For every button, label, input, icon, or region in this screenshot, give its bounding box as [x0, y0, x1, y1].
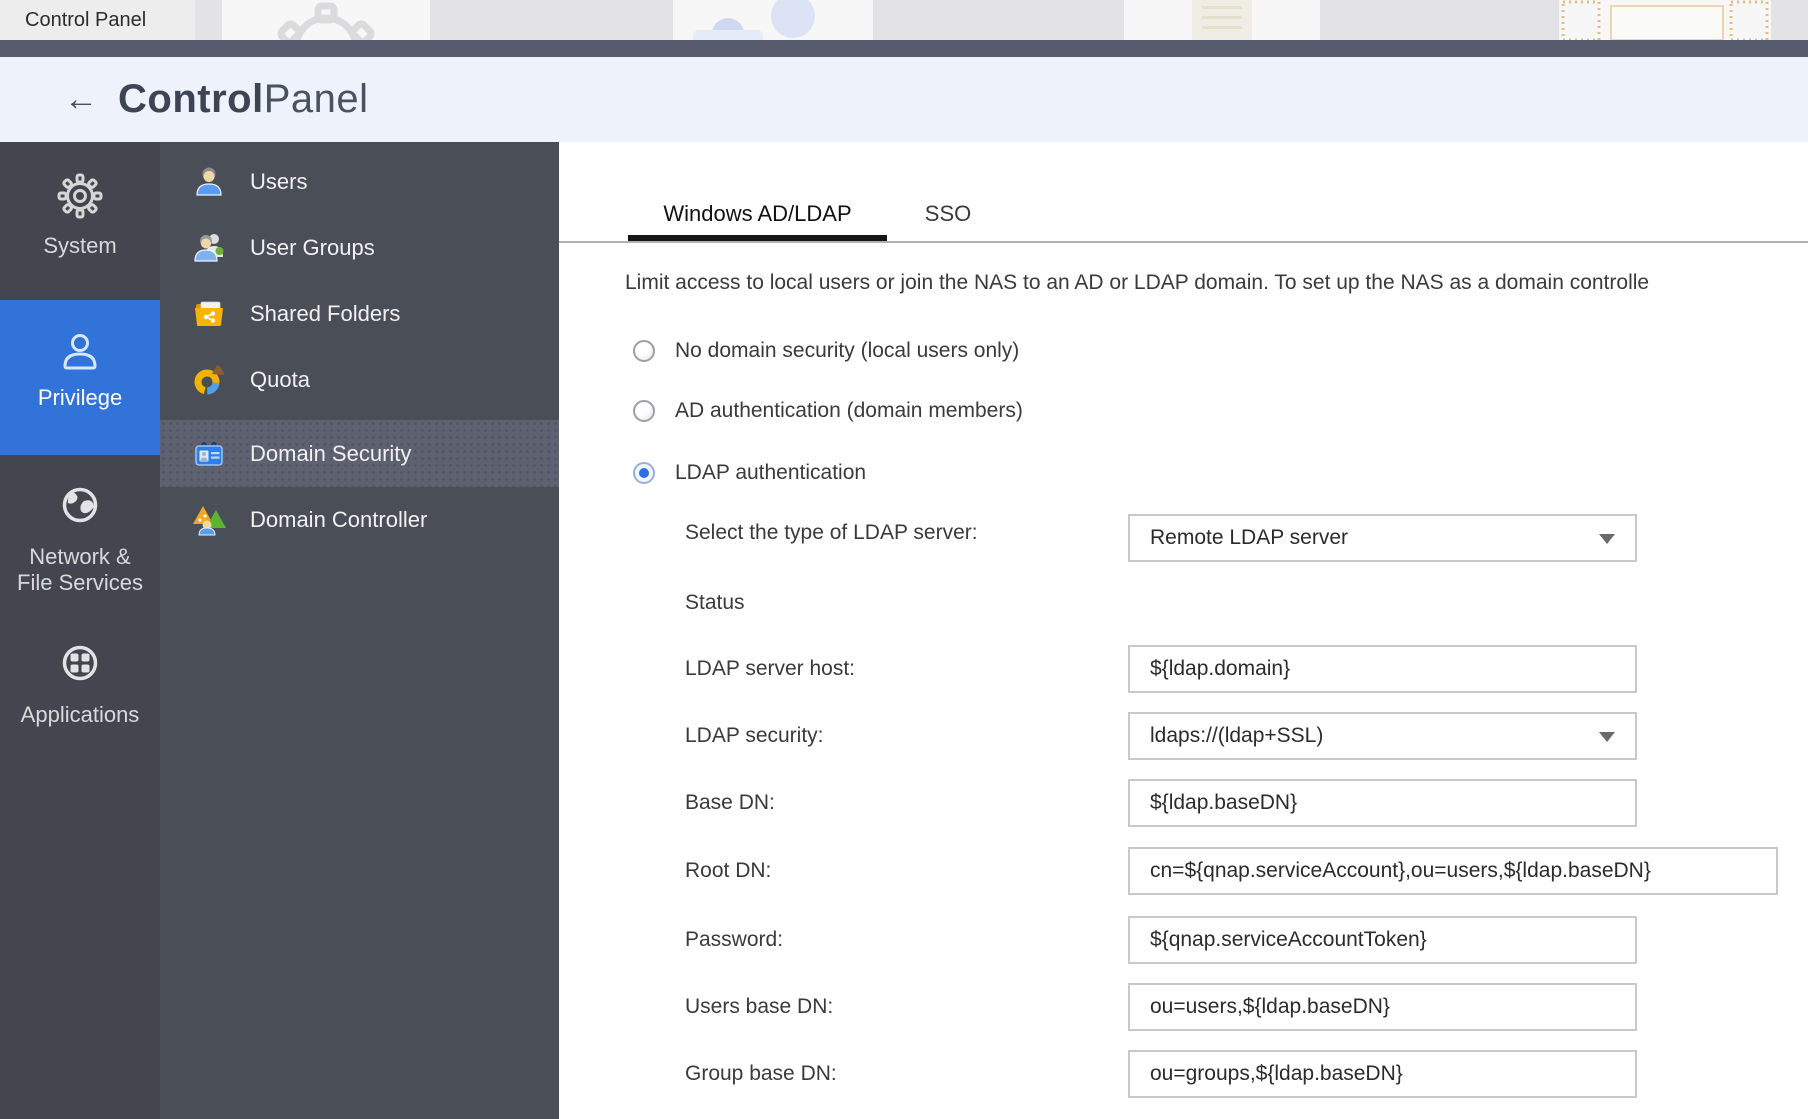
sidebar-item-network-file-services[interactable]: Network & File Services [0, 481, 160, 631]
page-title: ControlPanel [118, 77, 369, 122]
sidebar-item-label: User Groups [250, 235, 375, 261]
main-content: Windows AD/LDAP SSO Limit access to loca… [559, 142, 1808, 1119]
sidebar-item-label: Network & [0, 544, 160, 570]
tab-sso[interactable]: SSO [888, 201, 1008, 241]
group-base-dn-input[interactable]: ou=groups,${ldap.baseDN} [1128, 1050, 1637, 1098]
radio-selected-icon[interactable] [633, 462, 655, 484]
faded-light-shapes [1124, 0, 1320, 40]
ldap-server-host-label: LDAP server host: [685, 655, 855, 683]
gear-icon [56, 172, 104, 220]
root-dn-input[interactable]: cn=${qnap.serviceAccount},ou=users,${lda… [1128, 847, 1778, 895]
page-description: Limit access to local users or join the … [625, 269, 1649, 297]
radio-no-domain-security[interactable]: No domain security (local users only) [633, 339, 1019, 363]
page-title-light: Panel [264, 77, 369, 121]
faded-blue-shapes [673, 0, 873, 40]
window-preview-gear[interactable] [222, 0, 430, 40]
chevron-down-icon [1599, 534, 1615, 544]
ldap-server-host-input[interactable]: ${ldap.domain} [1128, 645, 1637, 693]
window-preview-orange[interactable] [1559, 0, 1771, 40]
sidebar-item-label-line2: File Services [0, 570, 160, 596]
radio-label: LDAP authentication [675, 461, 866, 485]
faded-orange-shapes [1559, 0, 1771, 40]
sidebar-item-applications[interactable]: Applications [0, 639, 160, 749]
taskbar-item-label: Control Panel [0, 0, 195, 40]
base-dn-input[interactable]: ${ldap.baseDN} [1128, 779, 1637, 827]
sidebar-item-label: Users [250, 169, 307, 195]
desktop-taskbar: Control Panel [0, 0, 1808, 40]
sidebar-item-label: Quota [250, 367, 310, 393]
faded-gear-icon [222, 0, 430, 40]
sidebar-item-domain-security[interactable]: Domain Security [160, 420, 559, 487]
radio-ldap-authentication[interactable]: LDAP authentication [633, 461, 866, 485]
ldap-security-label: LDAP security: [685, 722, 824, 750]
ldap-security-value: ldaps://(ldap+SSL) [1150, 724, 1323, 748]
globe-icon [56, 481, 104, 529]
users-base-dn-input[interactable]: ou=users,${ldap.baseDN} [1128, 983, 1637, 1031]
sidebar-item-quota[interactable]: Quota [160, 347, 559, 413]
person-icon [56, 328, 104, 376]
sidebar-item-label: Shared Folders [250, 301, 400, 327]
base-dn-value: ${ldap.baseDN} [1150, 791, 1297, 815]
domain-controller-icon [192, 503, 226, 537]
sidebar-item-label: Privilege [0, 385, 160, 411]
sidebar-item-label: Applications [0, 702, 160, 728]
ldap-server-host-value: ${ldap.domain} [1150, 657, 1290, 681]
root-dn-value: cn=${qnap.serviceAccount},ou=users,${lda… [1150, 859, 1651, 883]
secondary-sidebar: Users User Groups Shared Folders [160, 142, 559, 1119]
password-value: ${qnap.serviceAccountToken} [1150, 928, 1427, 952]
back-arrow-icon[interactable]: ← [58, 80, 104, 119]
sidebar-item-domain-controller[interactable]: Domain Controller [160, 487, 559, 553]
window-preview-light[interactable] [1124, 0, 1320, 40]
password-label: Password: [685, 926, 783, 954]
sidebar-item-privilege[interactable]: Privilege [0, 300, 160, 455]
page-title-bold: Control [118, 77, 264, 121]
base-dn-label: Base DN: [685, 789, 775, 817]
group-base-dn-label: Group base DN: [685, 1060, 837, 1088]
radio-icon[interactable] [633, 400, 655, 422]
users-base-dn-value: ou=users,${ldap.baseDN} [1150, 995, 1390, 1019]
window-preview-blue[interactable] [673, 0, 873, 40]
screen: { "colors": { "accent_blue": "#3273d9", … [0, 0, 1808, 1119]
app-grid-icon [56, 639, 104, 687]
tab-windows-ad-ldap[interactable]: Windows AD/LDAP [628, 201, 887, 241]
shared-folder-icon [192, 297, 226, 331]
tab-bar: Windows AD/LDAP SSO [559, 142, 1808, 243]
users-base-dn-label: Users base DN: [685, 993, 833, 1021]
sidebar-item-shared-folders[interactable]: Shared Folders [160, 281, 559, 347]
radio-icon[interactable] [633, 340, 655, 362]
root-dn-label: Root DN: [685, 857, 771, 885]
ldap-server-type-select[interactable]: Remote LDAP server [1128, 514, 1637, 562]
chevron-down-icon [1599, 732, 1615, 742]
taskbar-item-control-panel[interactable]: Control Panel [0, 0, 195, 40]
radio-ad-authentication[interactable]: AD authentication (domain members) [633, 399, 1023, 423]
sidebar-item-label: Domain Security [250, 441, 411, 467]
group-base-dn-value: ou=groups,${ldap.baseDN} [1150, 1062, 1403, 1086]
sidebar-item-label: Domain Controller [250, 507, 427, 533]
primary-sidebar: System Privilege Network & File Services [0, 142, 160, 1119]
sidebar-item-user-groups[interactable]: User Groups [160, 215, 559, 281]
sidebar-item-label: System [0, 233, 160, 259]
ldap-server-type-label: Select the type of LDAP server: [685, 519, 978, 547]
app-header: ← ControlPanel [0, 57, 1808, 142]
ldap-server-type-value: Remote LDAP server [1150, 526, 1348, 550]
password-input[interactable]: ${qnap.serviceAccountToken} [1128, 916, 1637, 964]
status-label: Status [685, 589, 745, 617]
ldap-security-select[interactable]: ldaps://(ldap+SSL) [1128, 712, 1637, 760]
sidebar-item-system[interactable]: System [0, 172, 160, 272]
id-badge-icon [192, 437, 226, 471]
radio-label: AD authentication (domain members) [675, 399, 1023, 423]
sidebar-item-users[interactable]: Users [160, 149, 559, 215]
user-icon [192, 165, 226, 199]
quota-donut-icon [192, 363, 226, 397]
radio-label: No domain security (local users only) [675, 339, 1019, 363]
window-title-bar [0, 40, 1808, 57]
user-groups-icon [192, 231, 226, 265]
